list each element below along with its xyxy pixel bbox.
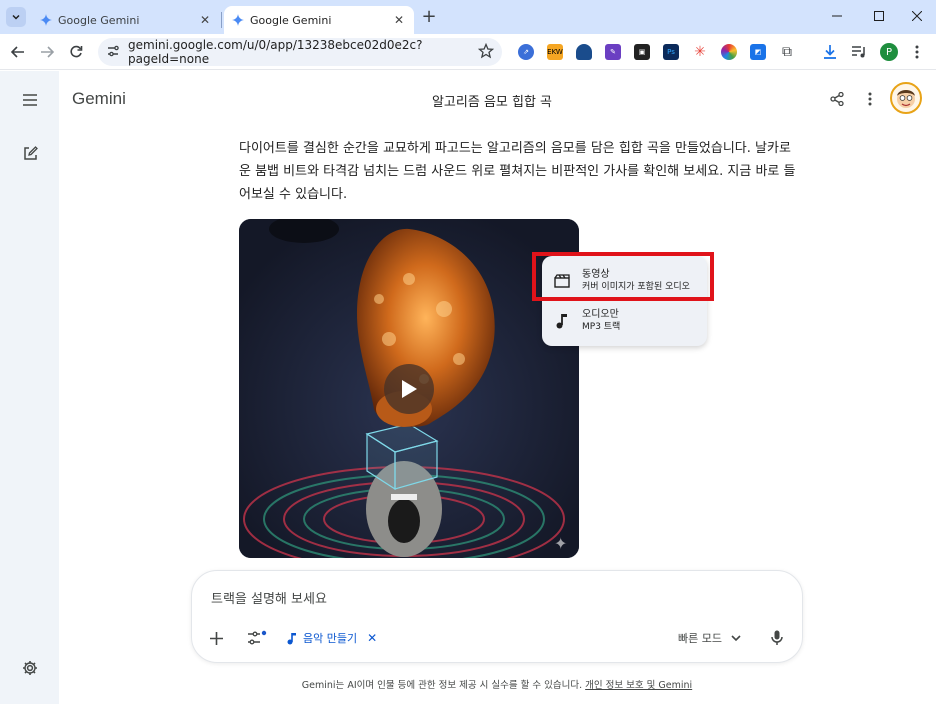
prompt-input[interactable]: 트랙을 설명해 보세요 bbox=[211, 588, 327, 607]
close-icon[interactable]: ✕ bbox=[367, 631, 377, 645]
reload-icon bbox=[70, 45, 83, 58]
bookmark-star-icon[interactable] bbox=[477, 42, 495, 62]
privacy-link[interactable]: 개인 정보 보호 및 Gemini bbox=[585, 680, 692, 691]
tools-button[interactable] bbox=[246, 627, 268, 649]
more-vert-icon bbox=[868, 92, 872, 106]
edit-square-icon bbox=[23, 145, 38, 160]
address-bar[interactable]: gemini.google.com/u/0/app/13238ebce02d0e… bbox=[98, 38, 502, 66]
media-control-button[interactable] bbox=[848, 41, 870, 63]
share-icon bbox=[830, 92, 844, 106]
menu-item-subtitle: MP3 트랙 bbox=[582, 322, 621, 332]
minimize-icon bbox=[832, 15, 842, 17]
maximize-icon bbox=[874, 11, 884, 21]
menu-item-title: 오디오만 bbox=[582, 309, 619, 320]
tab-google-gemini-2[interactable]: Google Gemini ✕ bbox=[224, 6, 414, 34]
music-note-icon bbox=[542, 313, 582, 329]
response-text: 다이어트를 결심한 순간을 교묘하게 파고드는 알고리즘의 음모를 담은 힙합 … bbox=[239, 141, 796, 202]
gemini-sparkle-icon bbox=[40, 14, 52, 26]
browser-menu-button[interactable] bbox=[906, 41, 928, 63]
highlight-box bbox=[532, 252, 714, 301]
url-text: gemini.google.com/u/0/app/13238ebce02d0e… bbox=[128, 38, 423, 66]
plus-icon bbox=[209, 631, 223, 645]
footer-disclaimer: Gemini는 AI이며 인물 등에 관한 정보 제공 시 실수를 할 수 있습… bbox=[0, 677, 936, 691]
chevron-down-icon bbox=[12, 14, 20, 20]
ps-icon[interactable]: Ps bbox=[663, 44, 679, 60]
back-button[interactable] bbox=[7, 41, 29, 63]
new-tab-button[interactable]: + bbox=[419, 8, 439, 28]
forward-button[interactable] bbox=[36, 41, 58, 63]
download-icon bbox=[824, 45, 836, 59]
download-button[interactable] bbox=[819, 41, 841, 63]
puzzle-pink-icon[interactable]: ▣ bbox=[634, 44, 650, 60]
tab-google-gemini-1[interactable]: Google Gemini ✕ bbox=[32, 6, 220, 34]
mode-label: 빠른 모드 bbox=[678, 632, 722, 645]
profile-avatar[interactable]: P bbox=[880, 43, 898, 61]
queue-music-icon bbox=[852, 46, 865, 58]
account-avatar[interactable] bbox=[890, 82, 922, 114]
add-file-button[interactable] bbox=[205, 627, 227, 649]
close-icon[interactable]: ✕ bbox=[198, 13, 212, 27]
music-note-icon bbox=[287, 632, 296, 644]
tune-icon bbox=[248, 630, 267, 645]
ekw-icon[interactable]: EKW bbox=[547, 44, 563, 60]
site-settings-icon[interactable] bbox=[106, 44, 120, 61]
gemini-watermark-icon: ✦ bbox=[554, 534, 568, 553]
play-icon bbox=[402, 380, 417, 398]
color-wheel-icon[interactable] bbox=[721, 44, 737, 60]
hamburger-icon bbox=[23, 94, 37, 106]
tab-search-button[interactable] bbox=[6, 7, 26, 27]
chevron-down-icon bbox=[731, 634, 741, 641]
tab-strip: Google Gemini ✕ Google Gemini ✕ + bbox=[0, 0, 936, 34]
image-icon[interactable]: ◩ bbox=[750, 44, 766, 60]
more-vert-icon bbox=[915, 45, 919, 59]
play-button[interactable] bbox=[384, 364, 434, 414]
shield-icon[interactable] bbox=[576, 44, 592, 60]
chip-label: 음악 만들기 bbox=[303, 632, 358, 645]
gemini-brand[interactable]: Gemini bbox=[72, 89, 126, 109]
gear-icon bbox=[23, 661, 37, 675]
close-window-button[interactable] bbox=[905, 4, 929, 28]
tab-label: Google Gemini bbox=[250, 13, 332, 27]
tab-label: Google Gemini bbox=[58, 13, 140, 27]
conversation-title: 알고리즘 음모 힙합 곡 bbox=[431, 95, 553, 110]
tab-divider bbox=[221, 12, 222, 28]
maximize-button[interactable] bbox=[867, 4, 891, 28]
circle-arrow-icon[interactable]: ⇗ bbox=[518, 44, 534, 60]
share-button[interactable] bbox=[826, 88, 848, 110]
asterisk-icon[interactable]: ✳ bbox=[692, 44, 708, 60]
main-menu-button[interactable] bbox=[18, 88, 42, 112]
arrow-left-icon bbox=[11, 46, 24, 58]
gemini-sparkle-icon bbox=[232, 14, 244, 26]
new-chat-button[interactable] bbox=[18, 141, 42, 165]
pen-icon[interactable]: ✎ bbox=[605, 44, 621, 60]
close-icon[interactable]: ✕ bbox=[392, 13, 406, 27]
more-options-button[interactable] bbox=[859, 88, 881, 110]
cartoon-face-icon bbox=[897, 90, 915, 108]
microphone-button[interactable] bbox=[766, 627, 788, 649]
prompt-input-box[interactable] bbox=[191, 570, 803, 663]
disclaimer-text: Gemini는 AI이며 인물 등에 관한 정보 제공 시 실수를 할 수 있습… bbox=[301, 680, 583, 691]
create-music-chip[interactable]: 음악 만들기 ✕ bbox=[287, 629, 377, 647]
arrow-right-icon bbox=[41, 46, 54, 58]
menu-item-audio-only[interactable]: 오디오만 MP3 트랙 bbox=[542, 300, 707, 342]
gemini-sidebar bbox=[0, 71, 59, 704]
puzzle-icon[interactable]: ⧉ bbox=[779, 44, 795, 60]
reload-button[interactable] bbox=[65, 41, 87, 63]
microphone-icon bbox=[771, 630, 783, 645]
browser-toolbar: gemini.google.com/u/0/app/13238ebce02d0e… bbox=[0, 34, 936, 70]
minimize-button[interactable] bbox=[825, 4, 849, 28]
mode-selector[interactable]: 빠른 모드 bbox=[678, 630, 741, 646]
close-icon bbox=[912, 11, 922, 21]
